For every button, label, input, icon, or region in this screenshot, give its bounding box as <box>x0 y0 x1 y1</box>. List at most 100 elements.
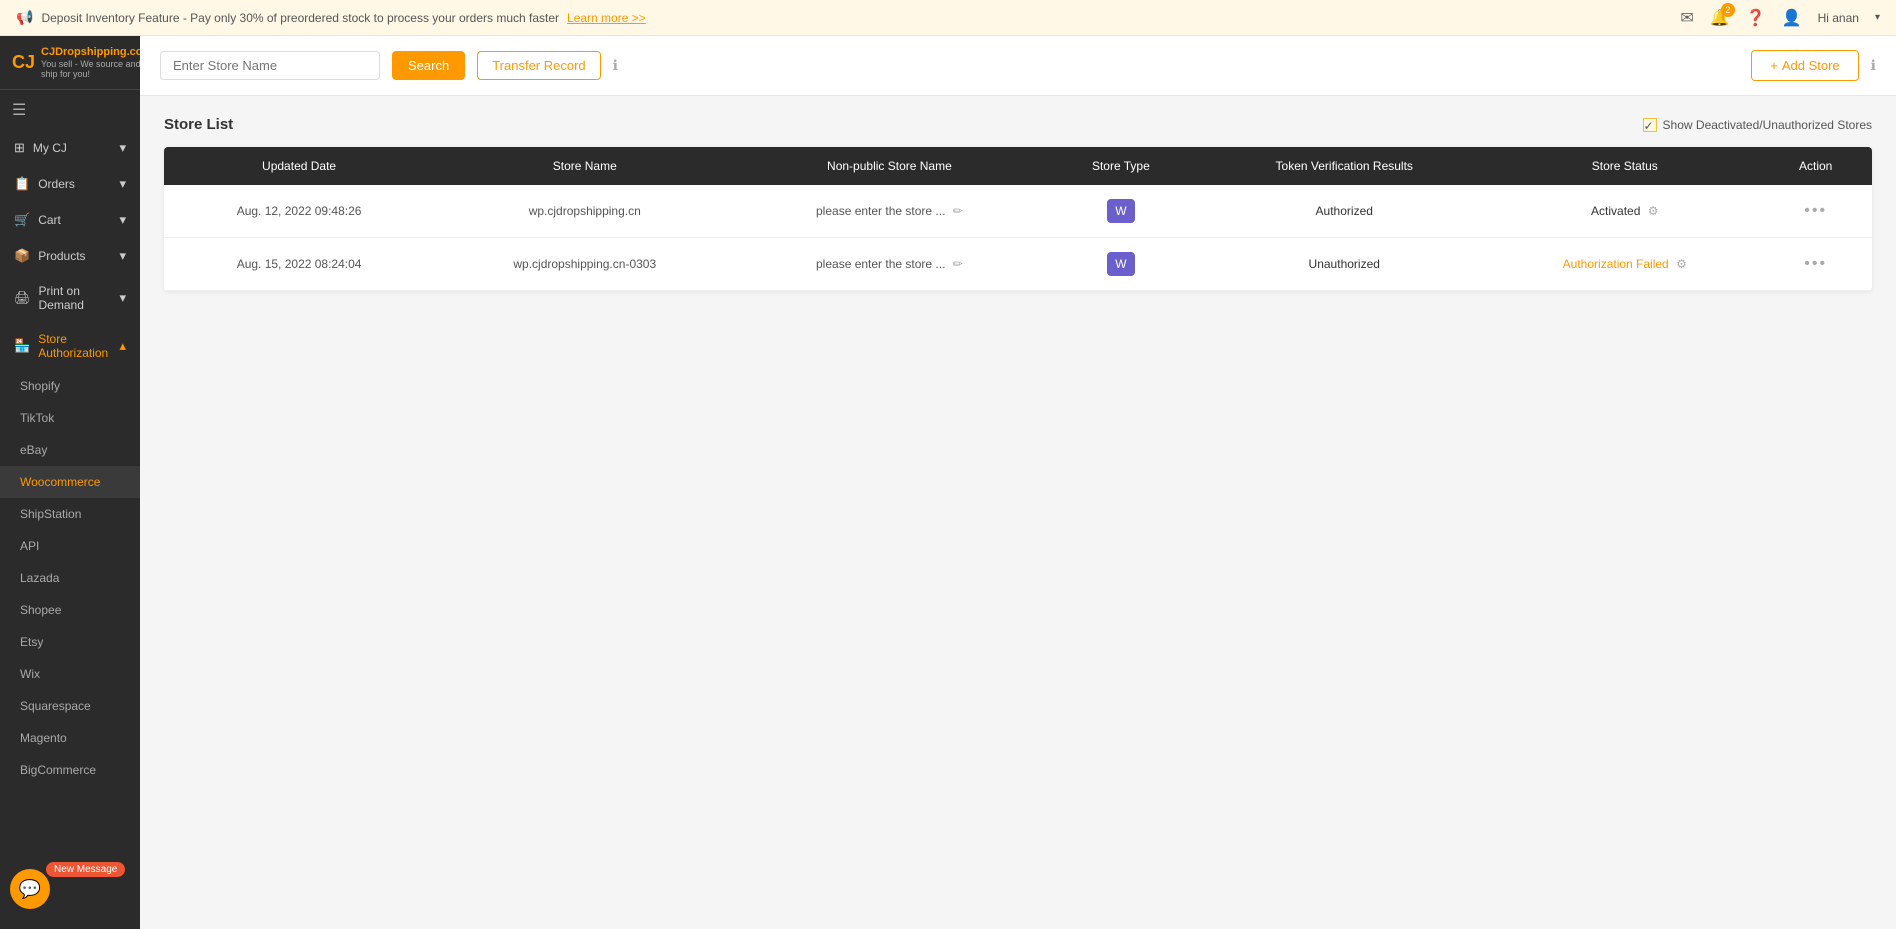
deactivated-checkbox[interactable]: ✓ <box>1643 118 1657 132</box>
add-store-button[interactable]: + Add Store <box>1751 50 1858 81</box>
menu-toggle[interactable]: ☰ <box>0 90 140 130</box>
woocommerce-icon: W <box>1115 257 1126 271</box>
top-banner: 📢 Deposit Inventory Feature - Pay only 3… <box>0 0 1896 36</box>
sidebar-sub-item-ebay[interactable]: eBay <box>0 434 140 466</box>
add-icon: + <box>1770 58 1778 73</box>
chevron-icon: ▾ <box>119 212 126 228</box>
cell-action: ••• <box>1759 185 1872 238</box>
store-type-badge: W <box>1107 252 1134 276</box>
banner-text: Deposit Inventory Feature - Pay only 30%… <box>41 11 559 25</box>
cell-non-public-name: please enter the store ... ✏ <box>735 185 1043 238</box>
sidebar-item-my-cj[interactable]: ⊞ My CJ ▾ <box>0 130 140 166</box>
search-input[interactable] <box>160 51 380 80</box>
more-actions-button[interactable]: ••• <box>1804 255 1827 272</box>
orders-icon: 📋 <box>14 176 30 192</box>
new-message-badge[interactable]: New Message <box>46 862 125 877</box>
sidebar-item-products[interactable]: 📦 Products ▾ <box>0 238 140 274</box>
sidebar-sub-item-magento[interactable]: Magento <box>0 722 140 754</box>
edit-icon[interactable]: ✏ <box>953 257 963 271</box>
sidebar-sub-item-shopify[interactable]: Shopify <box>0 370 140 402</box>
products-icon: 📦 <box>14 248 30 264</box>
sidebar-sub-item-shopee[interactable]: Shopee <box>0 594 140 626</box>
col-store-status: Store Status <box>1490 147 1759 185</box>
notification-count: 2 <box>1721 3 1735 17</box>
cell-store-type: W <box>1043 185 1198 238</box>
col-action: Action <box>1759 147 1872 185</box>
table-header: Updated Date Store Name Non-public Store… <box>164 147 1872 185</box>
transfer-record-button[interactable]: Transfer Record <box>477 51 600 80</box>
search-button[interactable]: Search <box>392 51 465 80</box>
cell-store-status: Authorization Failed ⚙ <box>1490 238 1759 291</box>
sidebar-sub-item-shipstation[interactable]: ShipStation <box>0 498 140 530</box>
help-icon[interactable]: ❓ <box>1746 8 1766 28</box>
table-row: Aug. 15, 2022 08:24:04 wp.cjdropshipping… <box>164 238 1872 291</box>
sidebar-sub-item-wix[interactable]: Wix <box>0 658 140 690</box>
content-area: Store List ✓ Show Deactivated/Unauthoriz… <box>140 96 1896 929</box>
table-row: Aug. 12, 2022 09:48:26 wp.cjdropshipping… <box>164 185 1872 238</box>
chevron-down-icon[interactable]: ▾ <box>1875 12 1880 23</box>
header-actions: ✉ 🔔 2 ❓ 👤 Hi anan ▾ <box>1680 8 1880 28</box>
add-store-info-icon[interactable]: ℹ <box>1871 57 1876 74</box>
status-label: Authorization Failed <box>1563 257 1669 271</box>
col-updated-date: Updated Date <box>164 147 434 185</box>
cell-store-type: W <box>1043 238 1198 291</box>
pod-label: Print on Demand <box>39 284 120 312</box>
sidebar-item-cart[interactable]: 🛒 Cart ▾ <box>0 202 140 238</box>
my-cj-label: My CJ <box>33 141 67 155</box>
sidebar-sub-item-api[interactable]: API <box>0 530 140 562</box>
sidebar-sub-item-etsy[interactable]: Etsy <box>0 626 140 658</box>
sidebar-sub-item-squarespace[interactable]: Squarespace <box>0 690 140 722</box>
chat-widget[interactable]: 💬 <box>10 869 50 909</box>
cell-non-public-name: please enter the store ... ✏ <box>735 238 1043 291</box>
logo-sub: You sell - We source and ship for you! <box>41 59 140 79</box>
learn-more-link[interactable]: Learn more >> <box>567 11 646 25</box>
show-deactivated-toggle[interactable]: ✓ Show Deactivated/Unauthorized Stores <box>1643 118 1872 132</box>
sidebar-item-store-authorization[interactable]: 🏪 Store Authorization ▴ <box>0 322 140 370</box>
user-avatar: 👤 <box>1782 8 1802 28</box>
email-icon[interactable]: ✉ <box>1680 8 1693 28</box>
sidebar-sub-item-lazada[interactable]: Lazada <box>0 562 140 594</box>
cell-token-result: Unauthorized <box>1198 238 1490 291</box>
cell-store-name: wp.cjdropshipping.cn <box>434 185 735 238</box>
more-actions-button[interactable]: ••• <box>1804 202 1827 219</box>
store-list-title: Store List <box>164 116 233 133</box>
col-non-public-name: Non-public Store Name <box>735 147 1043 185</box>
chevron-icon: ▾ <box>119 176 126 192</box>
chat-icon: 💬 <box>19 879 41 900</box>
info-icon[interactable]: ℹ <box>613 57 618 74</box>
cell-action: ••• <box>1759 238 1872 291</box>
col-token-result: Token Verification Results <box>1198 147 1490 185</box>
sidebar-sub-item-woocommerce[interactable]: Woocommerce <box>0 466 140 498</box>
speaker-icon: 📢 <box>16 9 33 26</box>
username-label: Hi anan <box>1818 11 1859 25</box>
sidebar-sub-item-tiktok[interactable]: TikTok <box>0 402 140 434</box>
toolbar: Search Transfer Record ℹ + Add Store ℹ <box>140 36 1896 96</box>
orders-label: Orders <box>38 177 75 191</box>
chevron-icon: ▾ <box>119 248 126 264</box>
products-label: Products <box>38 249 85 263</box>
cell-store-name: wp.cjdropshipping.cn-0303 <box>434 238 735 291</box>
sidebar: CJ CJDropshipping.com You sell - We sour… <box>0 36 140 929</box>
pod-icon: 🖨 <box>14 290 31 306</box>
gear-icon[interactable]: ⚙ <box>1648 204 1659 218</box>
sidebar-sub-item-bigcommerce[interactable]: BigCommerce <box>0 754 140 786</box>
table-body: Aug. 12, 2022 09:48:26 wp.cjdropshipping… <box>164 185 1872 291</box>
notification-bell[interactable]: 🔔 2 <box>1710 8 1730 28</box>
cell-updated-date: Aug. 15, 2022 08:24:04 <box>164 238 434 291</box>
sidebar-logo: CJ CJDropshipping.com You sell - We sour… <box>0 36 140 90</box>
store-type-badge: W <box>1107 199 1134 223</box>
sidebar-item-orders[interactable]: 📋 Orders ▾ <box>0 166 140 202</box>
cell-store-status: Activated ⚙ <box>1490 185 1759 238</box>
store-list-header: Store List ✓ Show Deactivated/Unauthoriz… <box>164 116 1872 133</box>
show-deactivated-label: Show Deactivated/Unauthorized Stores <box>1663 118 1872 132</box>
edit-icon[interactable]: ✏ <box>953 204 963 218</box>
store-auth-label: Store Authorization <box>38 332 119 360</box>
cart-icon: 🛒 <box>14 212 30 228</box>
col-store-name: Store Name <box>434 147 735 185</box>
col-store-type: Store Type <box>1043 147 1198 185</box>
gear-icon[interactable]: ⚙ <box>1676 257 1687 271</box>
logo-icon: CJ <box>12 52 35 73</box>
sidebar-item-print-on-demand[interactable]: 🖨 Print on Demand ▾ <box>0 274 140 322</box>
store-table: Updated Date Store Name Non-public Store… <box>164 147 1872 291</box>
my-cj-icon: ⊞ <box>14 140 25 156</box>
